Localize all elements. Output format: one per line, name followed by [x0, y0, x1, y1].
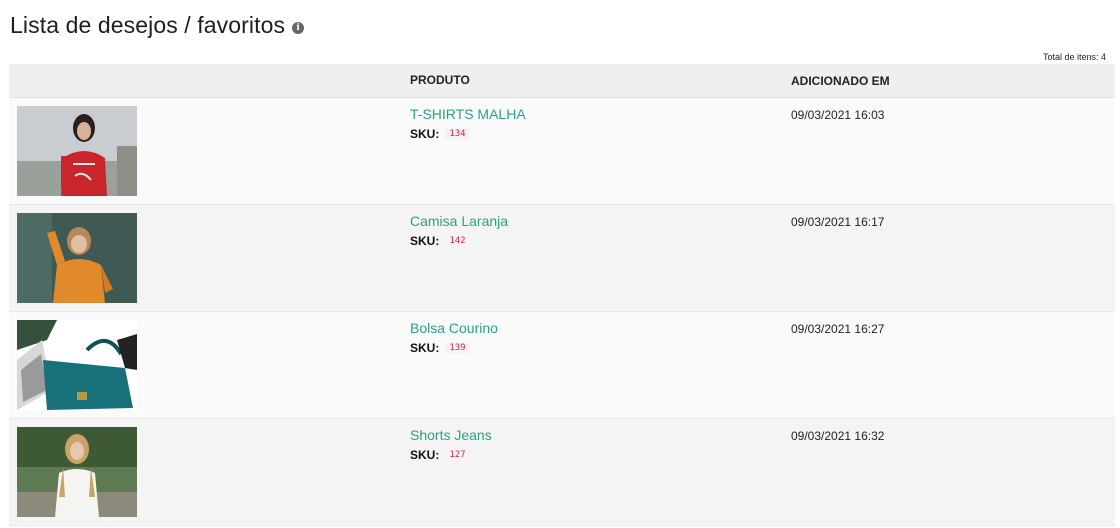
product-thumbnail[interactable]: [17, 427, 137, 517]
sku-label: SKU:: [410, 234, 440, 248]
sku-code: 139: [445, 342, 470, 354]
sku-line: SKU: 139: [410, 341, 470, 355]
table-header: PRODUTO ADICIONADO EM: [9, 64, 1115, 98]
wishlist-page: Lista de desejos / favoritos i Total de …: [0, 0, 1120, 528]
sku-code: 127: [445, 449, 470, 461]
sku-code: 142: [445, 235, 470, 247]
added-date: 09/03/2021 16:03: [791, 108, 885, 122]
table-row: Bolsa Courino SKU: 139 09/03/2021 16:27: [9, 312, 1115, 419]
wishlist-table: PRODUTO ADICIONADO EM T-SHIRTS MALHA SKU…: [9, 64, 1115, 526]
added-date: 09/03/2021 16:17: [791, 215, 885, 229]
sku-line: SKU: 142: [410, 234, 470, 248]
sku-line: SKU: 127: [410, 448, 470, 462]
product-link[interactable]: Shorts Jeans: [410, 427, 492, 443]
added-date: 09/03/2021 16:27: [791, 322, 885, 336]
total-items: Total de itens: 4: [1042, 52, 1106, 62]
product-link[interactable]: Camisa Laranja: [410, 213, 508, 229]
table-row: Camisa Laranja SKU: 142 09/03/2021 16:17: [9, 205, 1115, 312]
added-date: 09/03/2021 16:32: [791, 429, 885, 443]
table-row: Shorts Jeans SKU: 127 09/03/2021 16:32: [9, 419, 1115, 526]
title-row: Lista de desejos / favoritos i: [10, 12, 305, 39]
sku-label: SKU:: [410, 127, 440, 141]
column-header-adicionado-em: ADICIONADO EM: [791, 74, 890, 88]
info-icon[interactable]: i: [292, 21, 305, 34]
sku-line: SKU: 134: [410, 127, 470, 141]
product-link[interactable]: Bolsa Courino: [410, 320, 498, 336]
table-row: T-SHIRTS MALHA SKU: 134 09/03/2021 16:03: [9, 98, 1115, 205]
page-title: Lista de desejos / favoritos: [10, 12, 286, 38]
product-thumbnail[interactable]: [17, 106, 137, 196]
product-thumbnail[interactable]: [17, 320, 137, 410]
column-header-produto: PRODUTO: [410, 73, 470, 87]
product-link[interactable]: T-SHIRTS MALHA: [410, 106, 526, 122]
sku-code: 134: [445, 128, 470, 140]
sku-label: SKU:: [410, 341, 440, 355]
sku-label: SKU:: [410, 448, 440, 462]
product-thumbnail[interactable]: [17, 213, 137, 303]
